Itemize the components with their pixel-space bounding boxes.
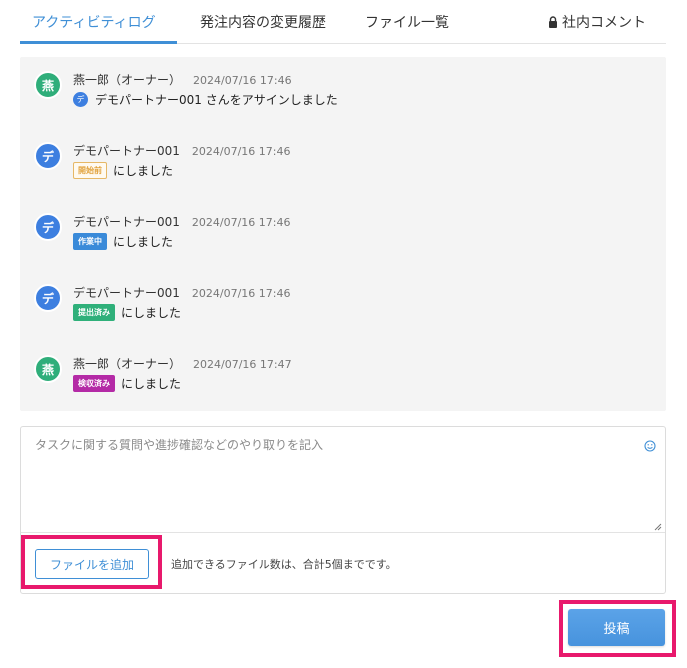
log-entry: 燕 燕一郎（オーナー） 2024/07/16 17:46 デデモパートナー001 … — [20, 57, 666, 117]
timestamp: 2024/07/16 17:46 — [193, 74, 292, 87]
status-badge: 開始前 — [73, 162, 107, 179]
log-entry-message: 提出済み にしました — [73, 304, 181, 321]
author-name: デモパートナー001 — [73, 286, 180, 300]
avatar: デ — [34, 213, 62, 241]
log-entry-message: 開始前 にしました — [73, 162, 173, 179]
message-text: にしました — [121, 306, 182, 320]
log-entry-meta: デモパートナー001 2024/07/16 17:46 — [73, 140, 291, 159]
message-text: にしました — [113, 235, 174, 249]
author-name: デモパートナー001 — [73, 144, 180, 158]
author-name: 燕一郎（オーナー） — [73, 357, 182, 371]
timestamp: 2024/07/16 17:46 — [191, 287, 291, 300]
avatar: デ — [34, 142, 62, 170]
log-entry-meta: デモパートナー001 2024/07/16 17:46 — [73, 282, 291, 301]
lock-icon — [549, 16, 557, 28]
message-text: デモパートナー001 さんをアサインしました — [95, 93, 338, 107]
timestamp: 2024/07/16 17:47 — [193, 358, 292, 371]
log-entry-meta: 燕一郎（オーナー） 2024/07/16 17:47 — [73, 353, 292, 372]
highlight-frame-add-file — [21, 535, 162, 589]
activity-log: 燕 燕一郎（オーナー） 2024/07/16 17:46 デデモパートナー001 … — [20, 57, 666, 411]
log-entry-meta: 燕一郎（オーナー） 2024/07/16 17:46 — [73, 69, 292, 88]
author-name: デモパートナー001 — [73, 215, 180, 229]
tab-internal-comment[interactable]: 社内コメント — [548, 12, 646, 32]
active-tab-indicator — [20, 41, 177, 44]
log-entry-meta: デモパートナー001 2024/07/16 17:46 — [73, 211, 291, 230]
message-text: にしました — [113, 164, 174, 178]
timestamp: 2024/07/16 17:46 — [191, 216, 291, 229]
file-limit-note: 追加できるファイル数は、合計5個までです。 — [171, 558, 397, 571]
post-button[interactable]: 投稿 — [568, 609, 665, 646]
resize-handle-icon[interactable] — [653, 522, 662, 531]
status-badge: 作業中 — [73, 233, 107, 250]
emoji-icon[interactable] — [644, 440, 656, 452]
log-entry: 燕 燕一郎（オーナー） 2024/07/16 17:47 検収済み にしました — [20, 341, 666, 401]
tab-bar: アクティビティログ 発注内容の変更履歴 ファイル一覧 社内コメント — [20, 0, 666, 44]
log-entry: デ デモパートナー001 2024/07/16 17:46 作業中 にしました — [20, 199, 666, 259]
comment-textarea[interactable] — [21, 427, 665, 533]
tab-order-change-history[interactable]: 発注内容の変更履歴 — [200, 12, 326, 32]
avatar: 燕 — [34, 71, 62, 99]
message-text: にしました — [121, 377, 182, 391]
log-entry: デ デモパートナー001 2024/07/16 17:46 開始前 にしました — [20, 128, 666, 188]
author-name: 燕一郎（オーナー） — [73, 73, 182, 87]
avatar: デ — [34, 284, 62, 312]
timestamp: 2024/07/16 17:46 — [191, 145, 291, 158]
status-badge: 提出済み — [73, 304, 115, 321]
log-entry-message: デデモパートナー001 さんをアサインしました — [73, 91, 338, 108]
log-entry-message: 検収済み にしました — [73, 375, 181, 392]
avatar: 燕 — [34, 355, 62, 383]
log-entry-message: 作業中 にしました — [73, 233, 173, 250]
status-badge: 検収済み — [73, 375, 115, 392]
log-entry: デ デモパートナー001 2024/07/16 17:46 提出済み にしました — [20, 270, 666, 330]
tab-activity-log[interactable]: アクティビティログ — [32, 12, 156, 32]
assignee-avatar: デ — [73, 92, 88, 107]
tab-internal-comment-label: 社内コメント — [562, 15, 646, 31]
tab-file-list[interactable]: ファイル一覧 — [365, 12, 449, 32]
